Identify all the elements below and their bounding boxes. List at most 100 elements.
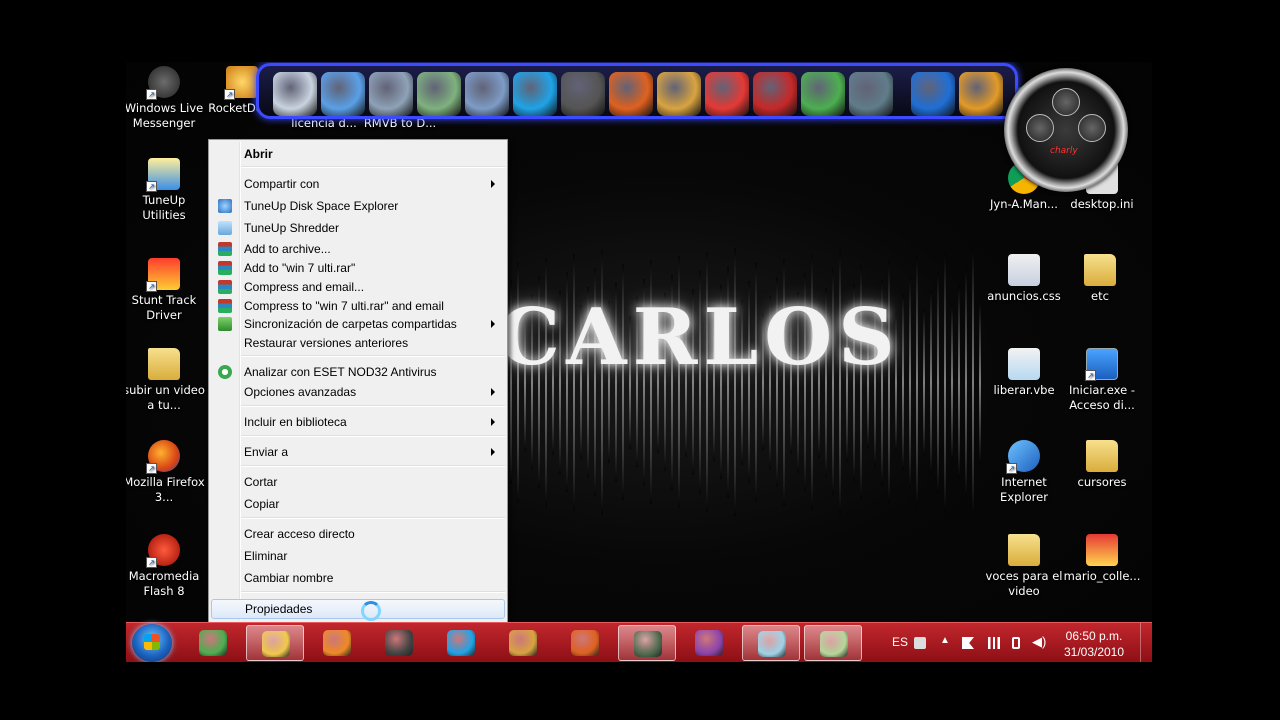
taskbar-button[interactable] [618, 625, 676, 661]
folder-icon[interactable] [369, 72, 413, 116]
shortcut-arrow-icon: ↗ [224, 89, 235, 100]
explorer-icon [262, 631, 290, 657]
menu-item[interactable]: TuneUp Disk Space Explorer [211, 196, 505, 216]
taskbar-clock[interactable]: 06:50 p.m. 31/03/2010 [1056, 628, 1132, 660]
menu-item[interactable]: Propiedades [211, 599, 505, 619]
desktop-icon[interactable]: ↗ TuneUp Utilities [126, 158, 206, 223]
menu-item[interactable]: Cambiar nombre [211, 568, 505, 588]
database-icon[interactable] [959, 72, 1003, 116]
media-player-icon [323, 630, 351, 656]
dreamweaver-icon [634, 631, 662, 657]
mario-icon[interactable] [705, 72, 749, 116]
desktop-icon[interactable]: ↗ Mozilla Firefox 3... [126, 440, 206, 505]
taskbar-date: 31/03/2010 [1063, 645, 1125, 659]
menu-item-label: Cortar [244, 475, 278, 489]
taskbar-button[interactable] [742, 625, 800, 661]
desktop-icon[interactable]: etc [1058, 254, 1142, 304]
messenger-icon[interactable] [561, 72, 605, 116]
light-beam [923, 308, 925, 456]
documents-icon[interactable] [273, 72, 317, 116]
network-signal-icon[interactable] [988, 637, 1000, 649]
desktop-icon[interactable]: ↗ Iniciar.exe - Acceso di... [1060, 348, 1144, 413]
menu-item[interactable]: Crear acceso directo [211, 524, 505, 544]
clock-subdial-right [1078, 114, 1106, 142]
clock-gadget[interactable]: charly [1004, 68, 1128, 192]
light-beam [958, 286, 960, 478]
menu-item[interactable]: Opciones avanzadas [211, 382, 505, 402]
globe-icon[interactable] [321, 72, 365, 116]
menu-item-label: Sincronización de carpetas compartidas [244, 317, 457, 331]
battery-icon[interactable] [1012, 637, 1020, 649]
show-desktop-button[interactable] [1140, 623, 1152, 662]
menu-item[interactable]: Analizar con ESET NOD32 Antivirus [211, 362, 505, 382]
taskbar-button[interactable] [680, 625, 738, 661]
arch-icon[interactable] [657, 72, 701, 116]
desktop-icon-label: liberar.vbe [993, 383, 1055, 397]
menu-item[interactable]: Abrir [211, 144, 505, 164]
menu-item[interactable]: TuneUp Shredder [211, 218, 505, 238]
taskbar-button[interactable] [370, 625, 428, 661]
taskbar-button[interactable] [308, 625, 366, 661]
start-button[interactable] [132, 624, 172, 662]
submenu-arrow-icon [491, 388, 495, 396]
desktop-icon[interactable]: liberar.vbe [982, 348, 1066, 398]
taskbar-button[interactable] [804, 625, 862, 661]
desktop-icon[interactable]: ↗ Windows Live Messenger [126, 66, 206, 131]
taskbar-button[interactable] [246, 625, 304, 661]
chrome-icon[interactable] [801, 72, 845, 116]
menu-item[interactable]: Incluir en biblioteca [211, 412, 505, 432]
menu-item[interactable]: Restaurar versiones anteriores [211, 333, 505, 353]
menu-item[interactable]: Enviar a [211, 442, 505, 462]
menu-item[interactable]: Eliminar [211, 546, 505, 566]
menu-item-label: Propiedades [245, 602, 313, 616]
desktop-icon-label: voces para el video [985, 569, 1063, 598]
desktop-icon[interactable]: voces para el video [982, 534, 1066, 599]
skype-icon[interactable] [513, 72, 557, 116]
language-indicator[interactable]: ES [892, 635, 908, 649]
action-center-flag-icon[interactable] [962, 637, 974, 649]
desktop-icon[interactable]: ↗ Stunt Track Driver [126, 258, 206, 323]
light-beam [909, 275, 911, 489]
menu-item[interactable]: Copiar [211, 494, 505, 514]
t-icon[interactable] [753, 72, 797, 116]
taskbar-button[interactable] [494, 625, 552, 661]
chrome-icon [199, 630, 227, 656]
busy-cursor-icon [361, 601, 381, 621]
desktop-icon[interactable]: mario_colle... [1060, 534, 1144, 584]
menu-item[interactable]: Compress to "win 7 ulti.rar" and email [211, 296, 505, 316]
photoshop-icon[interactable] [911, 72, 955, 116]
menu-item-label: Analizar con ESET NOD32 Antivirus [244, 365, 437, 379]
desktop-icon[interactable]: ↗ Internet Explorer [982, 440, 1066, 505]
show-hidden-icons-icon[interactable]: ▲ [940, 635, 950, 646]
desktop-icon[interactable]: cursores [1060, 440, 1144, 490]
volume-icon[interactable]: ◀) [1032, 634, 1046, 650]
shortcut-arrow-icon: ↗ [1085, 370, 1096, 381]
dreamweaver-icon[interactable] [849, 72, 893, 116]
clock-brand-text: charly [1050, 146, 1078, 156]
shortcut-arrow-icon: ↗ [146, 463, 157, 474]
wallpaper-text: CARLOS [498, 292, 901, 383]
taskbar-button[interactable] [556, 625, 614, 661]
notes-icon [820, 631, 848, 657]
taskbar-button[interactable] [432, 625, 490, 661]
css-file-icon [1008, 254, 1040, 286]
firefox-icon[interactable] [609, 72, 653, 116]
keyboard-icon[interactable] [914, 637, 926, 649]
folder-green-icon[interactable] [417, 72, 461, 116]
desktop-icon[interactable]: anuncios.css [982, 254, 1066, 304]
menu-item[interactable]: Add to "win 7 ulti.rar" [211, 258, 505, 278]
menu-item[interactable]: Cortar [211, 472, 505, 492]
taskbar-button[interactable] [184, 625, 242, 661]
light-beam [916, 257, 918, 507]
mario-icon [1086, 534, 1118, 566]
menu-item[interactable]: Compress and email... [211, 277, 505, 297]
winrar-icon [218, 280, 232, 294]
desktop-icon[interactable]: subir un video a tu... [126, 348, 206, 413]
menu-item[interactable]: Compartir con [211, 174, 505, 194]
taskbar-time: 06:50 p.m. [1065, 629, 1123, 643]
menu-item[interactable]: Sincronización de carpetas compartidas [211, 314, 505, 334]
folder-blue-icon[interactable] [465, 72, 509, 116]
menu-item[interactable]: Add to archive... [211, 239, 505, 259]
desktop-icon[interactable]: ↗ Macromedia Flash 8 [126, 534, 206, 599]
context-menu: Abrir Compartir con TuneUp Disk Space Expl… [208, 139, 508, 623]
